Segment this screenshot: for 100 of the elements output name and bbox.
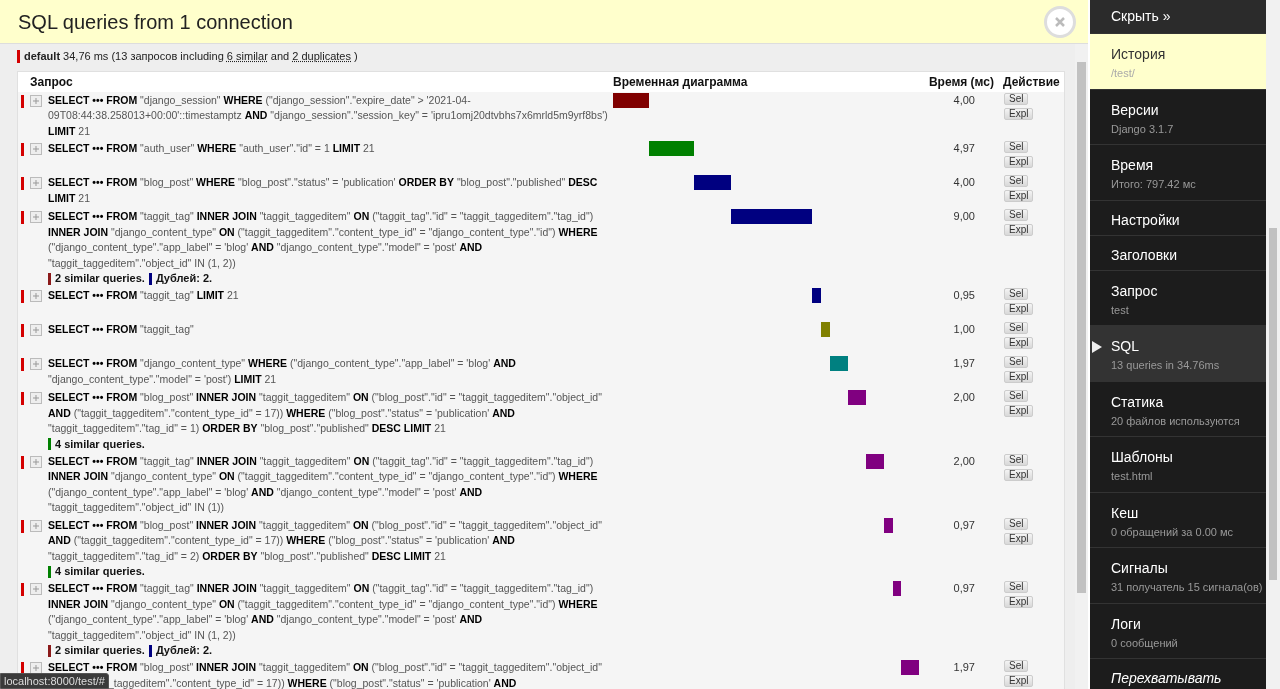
scrollbar-thumb[interactable] — [1077, 62, 1086, 593]
toggle-button[interactable] — [30, 519, 42, 532]
toggle-button[interactable] — [30, 358, 42, 370]
sidebar-item-title: Шаблоны — [1111, 448, 1174, 466]
action-button[interactable]: Sel — [1004, 390, 1029, 402]
action-button[interactable]: Sel — [1004, 141, 1029, 153]
sidebar-item-title: Перехватывать — [1111, 669, 1223, 687]
action-button[interactable]: Expl — [1004, 405, 1034, 417]
query-marker — [21, 143, 24, 156]
sidebar-item-title: Статика — [1111, 392, 1165, 411]
action-button[interactable]: Sel — [1004, 209, 1029, 221]
action-button[interactable]: Sel — [1004, 660, 1029, 672]
page-scrollbar[interactable] — [1266, 0, 1280, 689]
sidebar-item-subtitle: Django 3.1.7 — [1111, 122, 1175, 136]
toggle-button[interactable] — [30, 662, 42, 674]
action-button[interactable]: Expl — [1004, 303, 1034, 315]
action-button[interactable]: Sel — [1004, 288, 1029, 300]
toggle-button[interactable] — [30, 143, 42, 155]
action-button[interactable]: Expl — [1004, 468, 1034, 481]
action-button[interactable]: Sel — [1004, 517, 1029, 530]
query-time: 2,00 — [953, 454, 975, 467]
query-time: 0,95 — [953, 289, 975, 301]
sql-query: SELECT ••• FROM "blog_post" INNER JOIN "taggit_taggeditem" ON ("blog_post"."id" = "taggit_taggeditem"."object_id" AND ("taggit_taggeditem"."content_type_id" = 17)) WHERE ("blog_post"."status" = 'publication' AND "taggit_taggeditem"."tag_id" = 1) ORDER BY "blog_post"."published" DESC LIMIT 21 — [48, 390, 603, 436]
plus-icon — [33, 146, 39, 152]
toggle-button[interactable] — [30, 583, 42, 595]
close-icon — [1055, 16, 1065, 27]
action-button[interactable]: Sel — [1004, 581, 1029, 593]
toggle-button[interactable] — [30, 392, 42, 404]
sidebar-item[interactable]: Время Итого: 797.42 мс — [1090, 145, 1266, 201]
action-button[interactable]: Expl — [1004, 532, 1034, 545]
query-time: 0,97 — [953, 518, 975, 531]
action-button[interactable]: Expl — [1004, 596, 1034, 608]
sidebar-item[interactable]: Статика 20 файлов используются — [1090, 381, 1266, 437]
plus-icon — [33, 395, 39, 401]
sidebar-item[interactable]: Настройки — [1090, 200, 1266, 236]
toggle-button[interactable] — [30, 324, 42, 336]
query-note: 2 similar queries. — [55, 643, 145, 659]
sidebar-item[interactable]: История /test/ — [1090, 34, 1266, 90]
toggle-button[interactable] — [30, 211, 42, 223]
sidebar-item-title: История — [1111, 45, 1167, 63]
sidebar-item[interactable]: Шаблоны test.html — [1090, 437, 1266, 493]
sidebar-item[interactable]: Версии Django 3.1.7 — [1090, 89, 1266, 145]
action-button[interactable]: Sel — [1004, 356, 1029, 368]
toggle-button[interactable] — [30, 290, 42, 302]
sidebar-item[interactable]: Кеш 0 обращений за 0.00 мс — [1090, 492, 1266, 548]
query-note: 4 similar queries. — [55, 564, 145, 580]
action-button[interactable]: Expl — [1004, 107, 1034, 120]
toggle-button[interactable] — [30, 177, 42, 189]
sidebar-item[interactable]: Заголовки — [1090, 235, 1266, 271]
sidebar-item-subtitle: 0 сообщений — [1111, 636, 1179, 650]
action-button[interactable]: Sel — [1004, 175, 1029, 187]
toggle-button[interactable] — [30, 455, 42, 468]
query-time: 1,97 — [953, 357, 975, 369]
sidebar-item-title: Логи — [1111, 614, 1142, 633]
connection-summary: default 34,76 ms (13 запросов including 6 similar and 2 duplicates ) — [24, 49, 358, 64]
plus-icon — [33, 180, 39, 186]
query-marker — [21, 455, 24, 469]
action-button[interactable]: Expl — [1004, 224, 1034, 236]
query-column-header: Запрос — [29, 74, 73, 89]
sidebar-item-title: Сигналы — [1111, 559, 1169, 577]
sidebar-item[interactable]: Логи 0 сообщений — [1090, 603, 1266, 659]
action-button[interactable]: Sel — [1004, 92, 1029, 105]
plus-icon — [33, 214, 39, 220]
sidebar-item-subtitle: Итого: 797.42 мс — [1111, 178, 1197, 191]
query-marker — [21, 94, 24, 108]
plus-icon — [33, 361, 39, 367]
query-time: 4,97 — [953, 142, 975, 154]
sidebar-item[interactable]: SQL 13 queries in 34.76ms — [1090, 326, 1266, 382]
query-time: 0,97 — [953, 582, 975, 594]
sidebar-item-title: Запрос — [1111, 281, 1159, 300]
action-button[interactable]: Expl — [1004, 156, 1034, 168]
sql-query: SELECT ••• FROM "auth_user" WHERE "auth_user"."id" = 1 LIMIT 21 — [48, 141, 376, 156]
close-button[interactable] — [1044, 5, 1076, 38]
action-button[interactable]: Expl — [1004, 337, 1034, 349]
sidebar-item-subtitle: /test/ — [1111, 67, 1136, 80]
sql-query: SELECT ••• FROM "blog_post" WHERE "blog_post"."status" = 'publication' ORDER BY "blog_post"."published" DESC LIMIT 21 — [48, 175, 599, 206]
action-button[interactable]: Sel — [1004, 322, 1029, 334]
time-column-header: Время (мс) — [928, 74, 995, 89]
duplicate-queries-link[interactable]: 2 duplicates — [292, 50, 351, 62]
query-note: 4 similar queries. — [55, 436, 145, 452]
action-button[interactable]: Expl — [1004, 371, 1034, 383]
sidebar-item-subtitle: test.html — [1111, 470, 1154, 483]
sidebar-item[interactable]: Перехватывать — [1090, 659, 1266, 689]
query-time: 2,00 — [953, 391, 975, 403]
page-scrollbar-thumb[interactable] — [1269, 228, 1277, 580]
sidebar-item[interactable]: Запрос test — [1090, 270, 1266, 326]
toggle-button[interactable] — [30, 94, 42, 107]
sidebar-item-title: Версии — [1111, 100, 1160, 119]
action-button[interactable]: Expl — [1004, 675, 1034, 687]
plus-icon — [33, 665, 39, 671]
hide-toolbar-link[interactable]: Скрыть » — [1090, 0, 1266, 34]
sidebar-item[interactable]: Сигналы 31 получатель 15 сигнала(ов) — [1090, 548, 1266, 604]
query-marker — [21, 392, 24, 405]
similar-queries-link[interactable]: 6 similar — [226, 50, 268, 62]
sidebar-item-subtitle: 0 обращений за 0.00 мс — [1111, 525, 1235, 539]
sidebar-item-subtitle: 13 queries in 34.76ms — [1111, 359, 1221, 372]
query-time: 1,00 — [953, 323, 975, 335]
action-button[interactable]: Sel — [1004, 453, 1029, 466]
action-button[interactable]: Expl — [1004, 190, 1034, 202]
sql-query: SELECT ••• FROM "django_content_type" WHERE ("django_content_type"."app_label" = 'blog' AND "django_content_type"."model" = 'post') LIMIT 21 — [48, 356, 517, 387]
